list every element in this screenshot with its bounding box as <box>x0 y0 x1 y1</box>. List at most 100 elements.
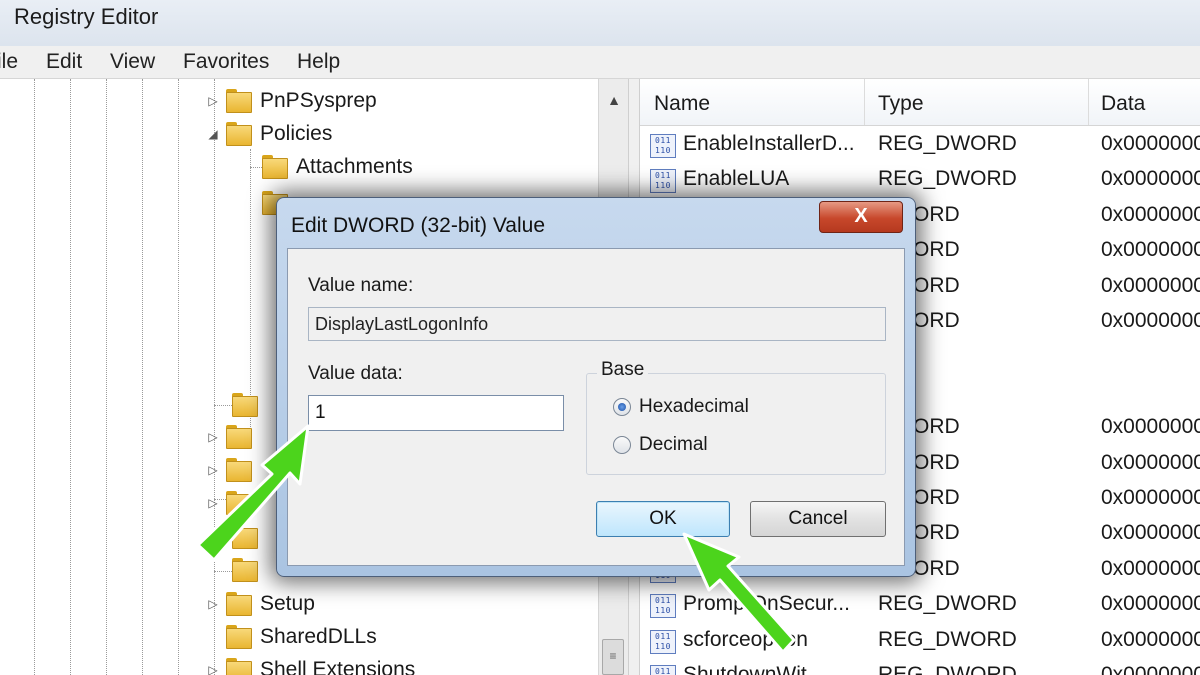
reg-binary-icon: 011 110 <box>650 665 676 675</box>
dialog-body: Value name: DisplayLastLogonInfo Value d… <box>287 248 905 566</box>
folder-icon <box>226 491 252 515</box>
list-item[interactable]: 011 110 EnableInstallerD... REG_DWORD 0x000… <box>640 129 1200 164</box>
tree-guide <box>142 79 143 675</box>
cell-data: 0x0000000 <box>1101 202 1200 226</box>
radio-selected-icon[interactable] <box>613 398 631 416</box>
tree-item-hidden[interactable]: ▷ <box>206 421 260 453</box>
radio-decimal-label: Decimal <box>639 434 708 455</box>
expand-icon[interactable]: ▷ <box>206 496 220 510</box>
value-name-field: DisplayLastLogonInfo <box>308 307 886 341</box>
cell-data: 0x0000000 <box>1101 238 1200 262</box>
expand-icon[interactable]: ▷ <box>206 430 220 444</box>
tree-item-policies[interactable]: ◢ Policies <box>206 118 332 150</box>
column-separator[interactable] <box>1088 79 1089 125</box>
cell-data: 0x0000000 <box>1101 556 1200 580</box>
folder-icon <box>226 658 252 675</box>
menu-view[interactable]: View <box>110 50 155 74</box>
collapse-icon[interactable]: ◢ <box>206 127 220 141</box>
list-item[interactable]: 011 110 PromptOnSecur... REG_DWORD 0x000000… <box>640 589 1200 624</box>
title-bar: Registry Editor <box>0 0 1200 47</box>
cell-data: 0x0000000 <box>1101 486 1200 509</box>
menu-help[interactable]: Help <box>297 50 340 74</box>
folder-icon <box>232 393 258 417</box>
column-separator[interactable] <box>864 79 865 125</box>
expand-icon[interactable]: ▷ <box>206 663 220 675</box>
list-item[interactable]: 011 110 ShutdownWit... REG_DWORD 0x0000000 <box>640 660 1200 675</box>
cell-type: REG_DWORD <box>878 592 1017 616</box>
tree-item-label: PnPSysprep <box>260 89 377 112</box>
tree-guide <box>70 79 71 675</box>
list-item[interactable]: 011 110 scforceoption REG_DWORD 0x0000000 <box>640 625 1200 660</box>
cell-type: REG_DWORD <box>878 167 1017 191</box>
cell-data: 0x0000000 <box>1101 521 1200 545</box>
cell-type: REG_DWORD <box>878 663 1017 675</box>
cell-name: EnableInstallerD... <box>683 132 855 155</box>
window-title: Registry Editor <box>14 4 159 29</box>
cell-name: PromptOnSecur... <box>683 592 850 616</box>
menu-bar: ile Edit View Favorites Help <box>0 46 1200 79</box>
reg-binary-icon: 011 110 <box>650 629 676 654</box>
tree-item-hidden[interactable]: ▷ <box>206 454 260 486</box>
tree-item-hidden[interactable] <box>206 554 266 586</box>
value-data-input[interactable]: 1 <box>308 395 564 431</box>
cell-name: scforceoption <box>683 627 808 651</box>
folder-icon <box>226 625 252 649</box>
cell-data: 0x0000000 <box>1101 592 1200 616</box>
radio-decimal[interactable]: Decimal <box>613 434 708 456</box>
column-header-type[interactable]: Type <box>878 92 924 116</box>
folder-icon <box>262 155 288 179</box>
radio-hexadecimal[interactable]: Hexadecimal <box>613 396 749 418</box>
cell-data: 0x0000000 <box>1101 273 1200 297</box>
tree-item-label: Policies <box>260 122 333 145</box>
cell-data: 0x0000000 <box>1101 132 1200 155</box>
folder-icon <box>226 89 252 113</box>
cell-name: EnableLUA <box>683 167 790 191</box>
cell-data: 0x0000000 <box>1101 450 1200 474</box>
radio-unselected-icon[interactable] <box>613 436 631 454</box>
base-group: Base Hexadecimal Decimal <box>586 359 886 475</box>
cell-data: 0x0000000 <box>1101 415 1200 439</box>
cell-data: 0x0000000 <box>1101 309 1200 332</box>
cancel-button[interactable]: Cancel <box>750 501 886 537</box>
reg-binary-icon: 011 110 <box>650 169 676 194</box>
expand-icon[interactable]: ▷ <box>206 463 220 477</box>
scroll-thumb[interactable]: ≡ <box>602 639 624 675</box>
expand-icon[interactable]: ▷ <box>206 597 220 611</box>
cell-data: 0x0000000 <box>1101 663 1200 675</box>
tree-item-label: SharedDLLs <box>260 625 377 648</box>
folder-icon <box>226 458 252 482</box>
tree-item-hidden[interactable] <box>206 521 266 553</box>
dialog-title: Edit DWORD (32-bit) Value <box>291 214 546 237</box>
tree-guide <box>34 79 35 675</box>
value-name-label: Value name: <box>308 275 414 296</box>
cell-type: REG_DWORD <box>878 132 1017 155</box>
value-data-label: Value data: <box>308 363 403 384</box>
tree-item-setup[interactable]: ▷ Setup <box>206 588 315 620</box>
tree-item-shell-extensions[interactable]: ▷ Shell Extensions <box>206 654 415 675</box>
tree-item-label: Setup <box>260 592 315 615</box>
reg-binary-icon: 011 110 <box>650 594 676 619</box>
folder-icon <box>226 425 252 449</box>
menu-file[interactable]: ile <box>0 50 18 74</box>
menu-favorites[interactable]: Favorites <box>183 50 269 74</box>
folder-icon <box>226 122 252 146</box>
tree-item-hidden[interactable] <box>206 389 266 421</box>
menu-edit[interactable]: Edit <box>46 50 82 74</box>
column-header-data[interactable]: Data <box>1101 92 1145 116</box>
tree-item-hidden[interactable]: ▷ <box>206 487 260 519</box>
tree-item-shareddlls[interactable]: SharedDLLs <box>206 621 377 653</box>
reg-binary-icon: 011 110 <box>650 134 676 158</box>
folder-icon <box>226 592 252 616</box>
list-header: Name Type Data <box>640 79 1200 126</box>
tree-item-attachments[interactable]: Attachments <box>262 151 413 183</box>
column-header-name[interactable]: Name <box>654 92 710 116</box>
cell-data: 0x0000000 <box>1101 167 1200 191</box>
tree-guide <box>106 79 107 675</box>
close-button[interactable]: X <box>819 201 903 233</box>
tree-guide <box>178 79 179 675</box>
list-item[interactable]: 011 110 EnableLUA REG_DWORD 0x0000000 <box>640 164 1200 199</box>
scroll-up-arrow-icon[interactable]: ▲ <box>599 87 629 113</box>
tree-item-pnpsysprep[interactable]: ▷ PnPSysprep <box>206 85 377 117</box>
expand-icon[interactable]: ▷ <box>206 94 220 108</box>
ok-button[interactable]: OK <box>596 501 730 537</box>
